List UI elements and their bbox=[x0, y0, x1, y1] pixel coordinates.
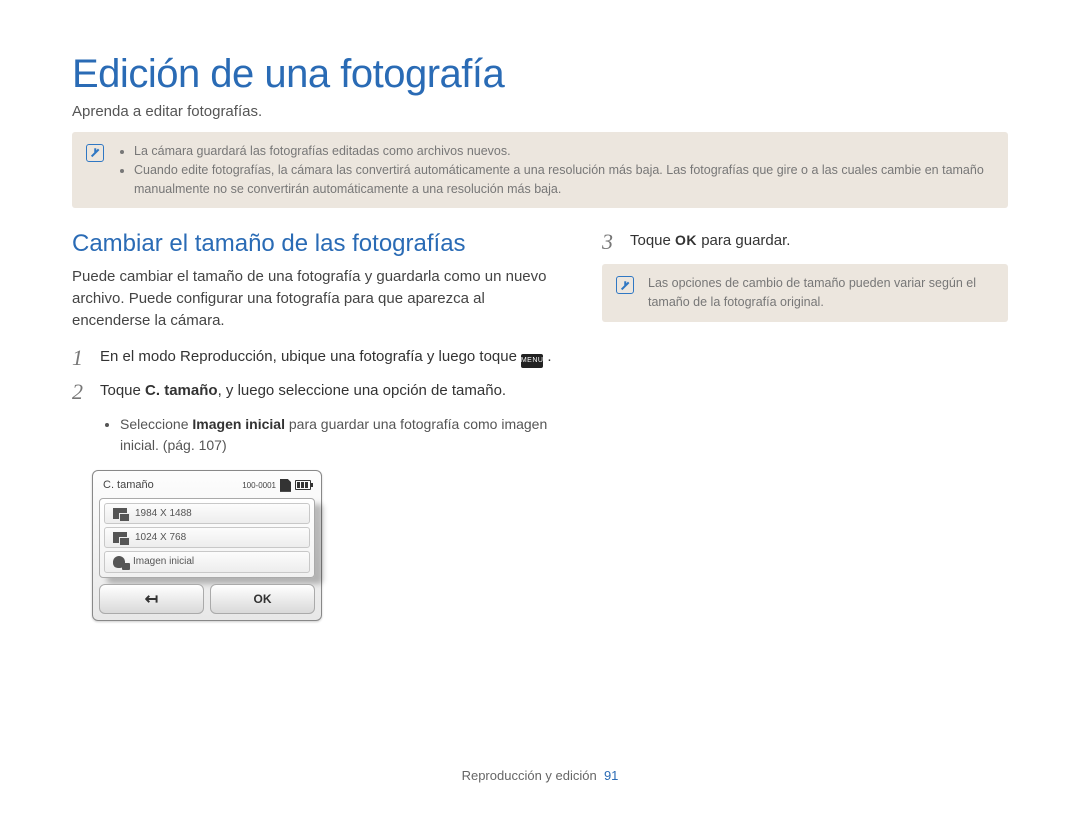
page-footer: Reproducción y edición 91 bbox=[0, 768, 1080, 783]
sd-card-icon bbox=[280, 479, 291, 492]
sub-bullet: Seleccione Imagen inicial para guardar u… bbox=[90, 414, 562, 456]
screenshot-header: C. tamaño 100-0001 bbox=[99, 477, 315, 498]
resize-icon bbox=[113, 508, 127, 519]
note-list: La cámara guardará las fotografías edita… bbox=[118, 142, 992, 198]
startup-image-icon bbox=[113, 556, 125, 568]
section-body: Puede cambiar el tamaño de una fotografí… bbox=[72, 266, 562, 331]
back-arrow-icon: ↤ bbox=[145, 589, 158, 609]
section-title: Cambiar el tamaño de las fotografías bbox=[72, 230, 562, 258]
ok-inline-icon: OK bbox=[675, 232, 697, 248]
step-body: En el modo Reproducción, ubique una foto… bbox=[100, 346, 551, 370]
step-body: Toque OK para guardar. bbox=[630, 230, 790, 254]
file-counter: 100-0001 bbox=[242, 481, 276, 490]
note-item: La cámara guardará las fotografías edita… bbox=[134, 142, 992, 161]
size-option[interactable]: 1984 X 1488 bbox=[104, 503, 310, 524]
step-2: 2 Toque C. tamaño, y luego seleccione un… bbox=[72, 380, 562, 404]
menu-icon: MENU bbox=[521, 354, 543, 368]
intro-text: Aprenda a editar fotografías. bbox=[72, 103, 1008, 120]
step-number: 3 bbox=[602, 230, 620, 254]
screenshot-title: C. tamaño bbox=[103, 479, 154, 491]
battery-icon bbox=[295, 480, 311, 490]
step-number: 2 bbox=[72, 380, 90, 404]
manual-page: Edición de una fotografía Aprenda a edit… bbox=[0, 0, 1080, 815]
step-body: Toque C. tamaño, y luego seleccione una … bbox=[100, 380, 506, 404]
note-item: Cuando edite fotografías, la cámara las … bbox=[134, 161, 992, 199]
note-box-right: Las opciones de cambio de tamaño pueden … bbox=[602, 264, 1008, 322]
note-icon bbox=[616, 276, 634, 294]
note-box-top: La cámara guardará las fotografías edita… bbox=[72, 132, 1008, 208]
note-text: Las opciones de cambio de tamaño pueden … bbox=[648, 274, 992, 312]
resize-icon bbox=[113, 532, 127, 543]
step-1: 1 En el modo Reproducción, ubique una fo… bbox=[72, 346, 562, 370]
size-options-panel: 1984 X 1488 1024 X 768 Imagen inicial bbox=[99, 498, 315, 578]
size-option[interactable]: Imagen inicial bbox=[104, 551, 310, 573]
camera-screenshot: C. tamaño 100-0001 1984 X 1488 1024 X 7 bbox=[92, 470, 322, 621]
size-option[interactable]: 1024 X 768 bbox=[104, 527, 310, 548]
ok-button[interactable]: OK bbox=[210, 584, 315, 614]
right-column: 3 Toque OK para guardar. Las opciones de… bbox=[602, 230, 1008, 621]
page-title: Edición de una fotografía bbox=[72, 52, 1008, 97]
step-3: 3 Toque OK para guardar. bbox=[602, 230, 1008, 254]
note-icon bbox=[86, 144, 104, 162]
sub-bullet-item: Seleccione Imagen inicial para guardar u… bbox=[120, 414, 562, 456]
step-number: 1 bbox=[72, 346, 90, 370]
page-number: 91 bbox=[604, 768, 618, 783]
left-column: Cambiar el tamaño de las fotografías Pue… bbox=[72, 230, 562, 621]
back-button[interactable]: ↤ bbox=[99, 584, 204, 614]
